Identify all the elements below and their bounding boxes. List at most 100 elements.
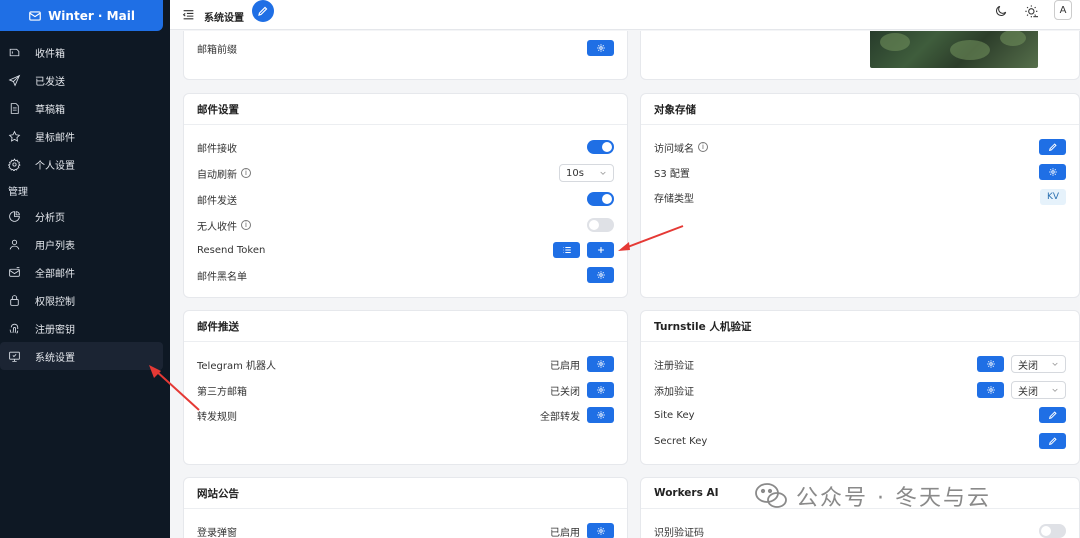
access-domain-edit-button[interactable]	[1039, 139, 1066, 155]
sidebar-item-drafts[interactable]: 草稿箱	[0, 94, 170, 122]
fingerprint-icon	[9, 323, 19, 334]
top-bar: 系统设置 A	[170, 0, 1080, 30]
edit-button[interactable]	[252, 0, 274, 22]
sidebar-item-label: 星标邮件	[35, 132, 75, 144]
third-party-settings-button[interactable]	[587, 382, 614, 398]
sidebar-item-analytics[interactable]: 分析页	[0, 202, 170, 230]
sidebar-item-users[interactable]: 用户列表	[0, 230, 170, 258]
third-party-status: 已关闭	[550, 386, 580, 398]
mail-icon	[29, 10, 41, 21]
monitor-settings-icon	[9, 351, 20, 362]
sidebar-item-starred[interactable]: 星标邮件	[0, 122, 170, 150]
register-verify-value: 关闭	[1018, 360, 1038, 372]
sidebar-item-label: 个人设置	[35, 160, 75, 172]
page-title: 系统设置	[204, 13, 244, 24]
gear-icon	[596, 386, 605, 394]
menu-fold-icon[interactable]	[182, 8, 195, 21]
leaf-shape	[950, 40, 990, 60]
telegram-status: 已启用	[550, 360, 580, 372]
card-turnstile: Turnstile 人机验证 注册验证 关闭 添加验证 关闭 Site Key …	[640, 310, 1080, 465]
sidebar-item-register-keys[interactable]: 注册密钥	[0, 314, 170, 342]
leaf-shape	[1000, 31, 1026, 46]
card-prefix: 邮箱前缀	[183, 31, 628, 80]
access-domain-label: 访问域名	[654, 143, 694, 155]
register-verify-settings-button[interactable]	[977, 356, 1004, 372]
info-icon: i	[241, 168, 251, 178]
mail-receive-label: 邮件接收	[197, 143, 237, 155]
lock-icon	[10, 294, 19, 306]
add-verify-select[interactable]: 关闭	[1011, 381, 1066, 399]
telegram-label: Telegram 机器人	[197, 360, 276, 372]
resend-token-list-button[interactable]	[553, 242, 580, 258]
card-mail-push: 邮件推送 Telegram 机器人 已启用 第三方邮箱 已关闭 转发规则 全部转	[183, 310, 628, 465]
sidebar: Winter · Mail 收件箱 已发送 草稿箱 星标邮件 个人设置 管理 分…	[0, 0, 170, 538]
sidebar-item-label: 全部邮件	[35, 268, 75, 280]
card-mail-settings: 邮件设置 邮件接收 自动刷新 i 10s 邮件发送 无人收件 i Resend To…	[183, 93, 628, 298]
forward-rules-settings-button[interactable]	[587, 407, 614, 423]
sidebar-item-label: 用户列表	[35, 240, 75, 252]
login-popup-settings-button[interactable]	[587, 523, 614, 538]
sidebar-item-permissions[interactable]: 权限控制	[0, 286, 170, 314]
sidebar-item-label: 草稿箱	[35, 104, 65, 116]
secret-key-label: Secret Key	[654, 435, 708, 447]
gear-icon	[986, 360, 995, 368]
avatar[interactable]: A	[1054, 0, 1072, 20]
main-content: 邮箱前缀 邮件设置 邮件接收 自动刷新 i 10s 邮件发送 无人收件 i Re…	[170, 31, 1080, 538]
secret-key-edit-button[interactable]	[1039, 433, 1066, 449]
gear-icon	[986, 386, 995, 394]
sidebar-item-label: 注册密钥	[35, 324, 75, 336]
sidebar-item-all-mail[interactable]: 全部邮件	[0, 258, 170, 286]
brand-name: Winter · Mail	[48, 8, 135, 23]
brand-button[interactable]: Winter · Mail	[0, 0, 163, 31]
info-icon: i	[241, 220, 251, 230]
blacklist-settings-button[interactable]	[587, 267, 614, 283]
resend-token-add-button[interactable]	[587, 242, 614, 258]
prefix-settings-button[interactable]	[587, 40, 614, 56]
mailbox-icon	[9, 266, 20, 277]
sidebar-item-inbox[interactable]: 收件箱	[0, 38, 170, 66]
add-verify-settings-button[interactable]	[977, 382, 1004, 398]
resend-token-label: Resend Token	[197, 244, 266, 256]
gear-icon	[8, 157, 21, 171]
info-icon: i	[698, 142, 708, 152]
chevron-down-icon	[1052, 362, 1058, 366]
pencil-icon	[1048, 411, 1057, 420]
auto-refresh-select[interactable]: 10s	[559, 164, 614, 182]
send-icon	[8, 74, 21, 86]
card-object-storage: 对象存储 访问域名 i S3 配置 存储类型 KV	[640, 93, 1080, 298]
mail-receive-toggle[interactable]	[587, 140, 614, 154]
sidebar-item-profile-settings[interactable]: 个人设置	[0, 150, 170, 178]
no-recipient-toggle[interactable]	[587, 218, 614, 232]
gear-icon	[596, 44, 605, 52]
card-title: 对象存储	[641, 94, 1079, 125]
sidebar-item-sent[interactable]: 已发送	[0, 66, 170, 94]
weather-icon[interactable]	[1024, 4, 1040, 20]
add-verify-value: 关闭	[1018, 386, 1038, 398]
moon-icon[interactable]	[994, 4, 1008, 18]
captcha-recognition-toggle[interactable]	[1039, 524, 1066, 538]
forward-rules-status: 全部转发	[540, 411, 580, 423]
pencil-icon	[258, 6, 268, 16]
register-verify-select[interactable]: 关闭	[1011, 355, 1066, 373]
site-key-edit-button[interactable]	[1039, 407, 1066, 423]
star-icon	[8, 130, 21, 142]
telegram-settings-button[interactable]	[587, 356, 614, 372]
pie-chart-icon	[9, 210, 20, 222]
card-title: 邮件设置	[184, 94, 627, 125]
list-icon	[562, 247, 571, 253]
chevron-down-icon	[600, 171, 606, 175]
watermark: 公众号 · 冬天与云	[754, 480, 991, 512]
card-site-notice: 网站公告 登录弹窗 已启用	[183, 477, 628, 538]
sidebar-item-system-settings[interactable]: 系统设置	[0, 342, 163, 370]
card-title: 网站公告	[184, 478, 627, 509]
gear-icon	[596, 527, 605, 535]
sidebar-item-label: 系统设置	[35, 352, 75, 364]
sidebar-item-label: 权限控制	[35, 296, 75, 308]
gear-icon	[596, 411, 605, 419]
s3-settings-button[interactable]	[1039, 164, 1066, 180]
sidebar-item-label: 分析页	[35, 212, 65, 224]
card-title: 邮件推送	[184, 311, 627, 342]
gear-icon	[1048, 168, 1057, 176]
pencil-icon	[1048, 143, 1057, 152]
mail-send-toggle[interactable]	[587, 192, 614, 206]
